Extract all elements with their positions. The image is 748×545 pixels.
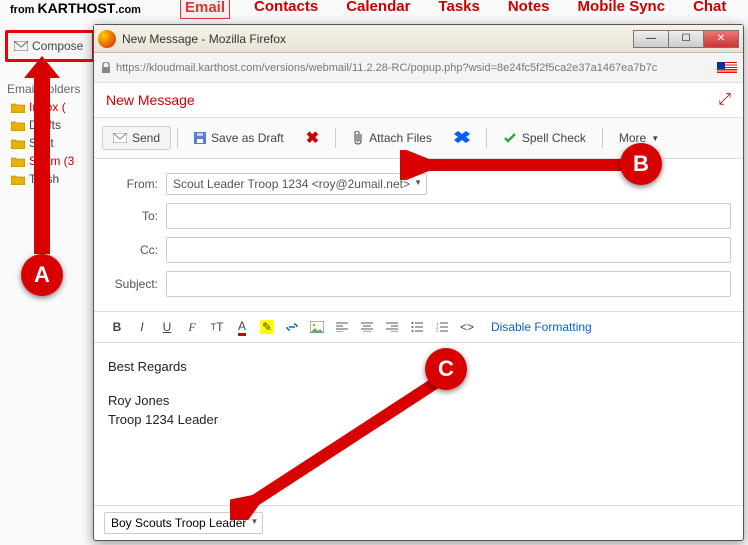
check-icon: [503, 132, 517, 144]
dropbox-button[interactable]: [444, 127, 480, 149]
chain-icon: [285, 322, 299, 332]
url-text: https://kloudmail.karthost.com/versions/…: [116, 62, 711, 74]
spell-check-button[interactable]: Spell Check: [493, 127, 596, 149]
underline-button[interactable]: U: [156, 316, 178, 338]
folder-spam[interactable]: Spam (3: [5, 152, 95, 170]
subject-label: Subject:: [106, 277, 166, 291]
folder-icon: [11, 138, 25, 149]
envelope-icon: [14, 41, 28, 51]
body-line: Roy Jones: [108, 393, 169, 408]
align-right-button[interactable]: [381, 316, 403, 338]
attach-files-button[interactable]: Attach Files: [342, 127, 442, 149]
folder-sent[interactable]: Sent: [5, 134, 95, 152]
annotation-arrow-b: [400, 150, 640, 180]
window-minimize-button[interactable]: —: [633, 30, 669, 48]
align-right-icon: [386, 322, 398, 332]
top-nav: Email Contacts Calendar Tasks Notes Mobi…: [180, 0, 730, 19]
folder-icon: [11, 120, 25, 131]
folder-icon: [11, 156, 25, 167]
nav-tasks[interactable]: Tasks: [434, 0, 483, 19]
folder-icon: [11, 174, 25, 185]
nav-email[interactable]: Email: [180, 0, 230, 19]
compose-label: Compose: [32, 39, 83, 53]
chevron-down-icon: ▼: [651, 134, 659, 143]
nav-contacts[interactable]: Contacts: [250, 0, 322, 19]
send-button[interactable]: Send: [102, 126, 171, 150]
disable-formatting-link[interactable]: Disable Formatting: [491, 320, 592, 334]
folders-heading: Email Folders: [5, 80, 95, 98]
callout-b: B: [620, 143, 662, 185]
folder-icon: [11, 102, 25, 113]
address-bar[interactable]: https://kloudmail.karthost.com/versions/…: [94, 53, 743, 83]
editor-toolbar: B I U F TT A ✎ 123 <> Disable Formatting: [94, 311, 743, 343]
save-draft-button[interactable]: Save as Draft: [184, 127, 294, 149]
lock-icon: [100, 62, 112, 74]
callout-c: C: [425, 348, 467, 390]
cc-input[interactable]: [166, 237, 731, 263]
body-line: Troop 1234 Leader: [108, 412, 218, 427]
svg-text:3: 3: [436, 329, 439, 332]
source-button[interactable]: <>: [456, 316, 478, 338]
envelope-icon: [113, 133, 127, 143]
floppy-icon: [194, 132, 206, 144]
align-center-icon: [361, 322, 373, 332]
cancel-button[interactable]: ✖: [296, 124, 329, 152]
new-message-heading: New Message: [106, 92, 195, 108]
nav-notes[interactable]: Notes: [504, 0, 554, 19]
number-list-icon: 123: [436, 322, 448, 332]
paperclip-icon: [352, 131, 364, 145]
us-flag-icon: [717, 62, 737, 74]
dropbox-icon: [454, 131, 470, 145]
expand-icon[interactable]: ⤢: [718, 91, 731, 109]
number-list-button[interactable]: 123: [431, 316, 453, 338]
brand-logo: from KARTHOST.com: [10, 0, 141, 16]
window-title: New Message - Mozilla Firefox: [122, 32, 286, 46]
subject-input[interactable]: [166, 271, 731, 297]
italic-button[interactable]: I: [131, 316, 153, 338]
from-select[interactable]: Scout Leader Troop 1234 <roy@2umail.net>: [166, 173, 427, 195]
to-label: To:: [106, 209, 166, 223]
font-size-button[interactable]: TT: [206, 316, 228, 338]
align-left-icon: [336, 322, 348, 332]
image-icon: [310, 321, 324, 333]
firefox-icon: [98, 30, 116, 48]
window-close-button[interactable]: ✕: [703, 30, 739, 48]
cc-label: Cc:: [106, 243, 166, 257]
font-family-button[interactable]: F: [181, 316, 203, 338]
align-left-button[interactable]: [331, 316, 353, 338]
nav-calendar[interactable]: Calendar: [342, 0, 414, 19]
align-center-button[interactable]: [356, 316, 378, 338]
folder-drafts[interactable]: Drafts: [5, 116, 95, 134]
nav-mobile-sync[interactable]: Mobile Sync: [574, 0, 670, 19]
nav-chat[interactable]: Chat: [689, 0, 730, 19]
bullet-icon: [411, 322, 423, 332]
image-button[interactable]: [306, 316, 328, 338]
window-titlebar[interactable]: New Message - Mozilla Firefox — ☐ ✕: [94, 25, 743, 53]
callout-a: A: [21, 254, 63, 296]
bold-button[interactable]: B: [106, 316, 128, 338]
annotation-arrow-a: [34, 74, 50, 254]
folder-inbox[interactable]: Inbox (: [5, 98, 95, 116]
folder-trash[interactable]: Trash: [5, 170, 95, 188]
bullet-list-button[interactable]: [406, 316, 428, 338]
annotation-arrow-c: [230, 370, 460, 520]
font-color-button[interactable]: A: [231, 316, 253, 338]
link-button[interactable]: [281, 316, 303, 338]
to-input[interactable]: [166, 203, 731, 229]
from-label: From:: [106, 177, 166, 191]
highlight-button[interactable]: ✎: [256, 316, 278, 338]
window-maximize-button[interactable]: ☐: [668, 30, 704, 48]
